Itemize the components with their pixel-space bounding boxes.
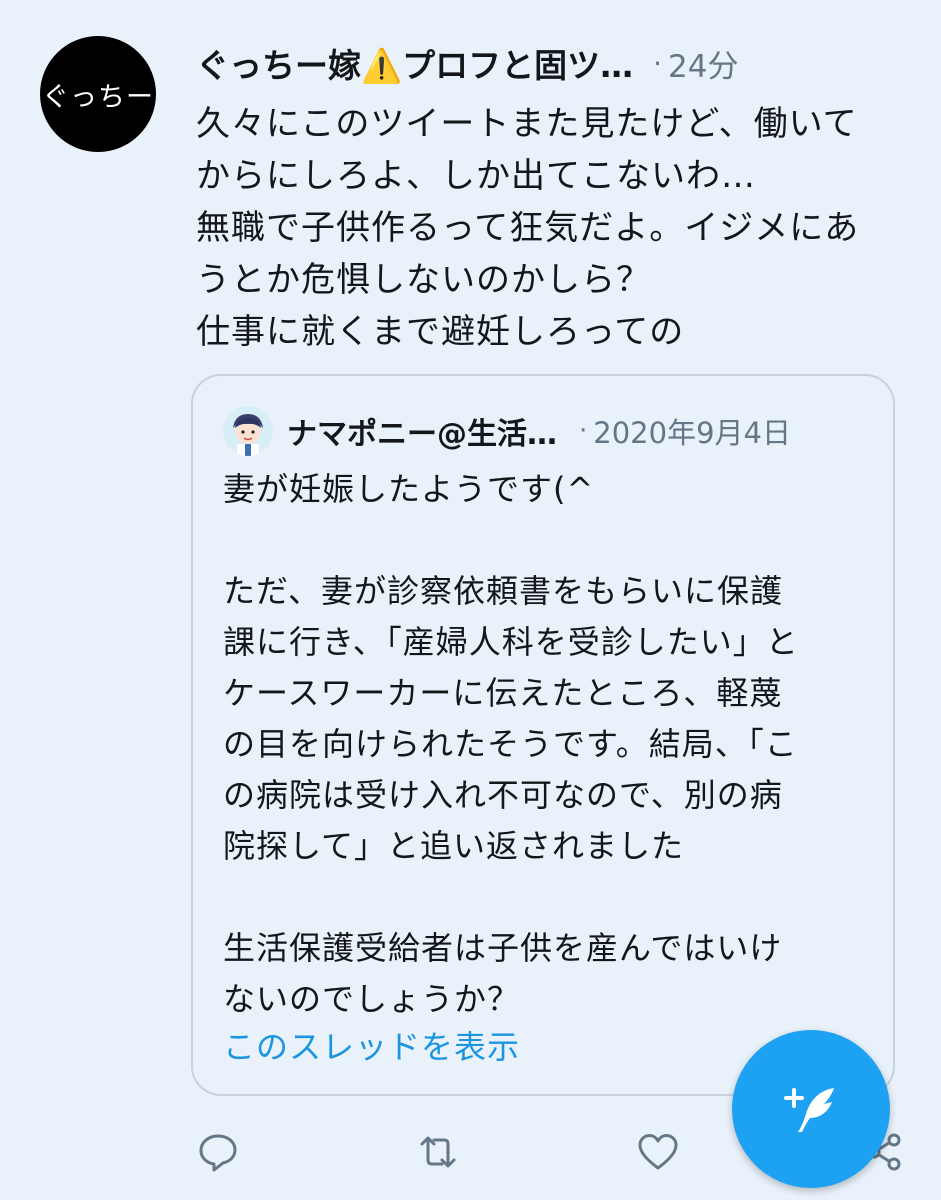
compose-tweet-button[interactable]	[732, 1030, 890, 1188]
quoted-tweet-date[interactable]: 2020年9月4日	[593, 410, 791, 452]
reply-icon[interactable]	[196, 1130, 244, 1178]
avatar[interactable]: ぐっちー	[40, 36, 156, 152]
retweet-icon[interactable]	[414, 1130, 462, 1178]
tweet-header: ぐっちー嫁⚠️プロフと固ツ… · 24分	[196, 40, 916, 86]
tweet-card[interactable]: ぐっちー ぐっちー嫁⚠️プロフと固ツ… · 24分 久々にこのツイートまた見たけ…	[0, 0, 941, 1194]
tweet-text: 久々にこのツイートまた見たけど、働いて からにしろよ、しか出てこないわ… 無職で…	[196, 104, 860, 352]
quoted-display-name[interactable]: ナマポニー@生活…	[287, 409, 557, 453]
display-name[interactable]: ぐっちー嫁⚠️プロフと固ツ…	[196, 39, 633, 87]
quoted-tweet-header: ナマポニー@生活… · 2020年9月4日	[287, 408, 887, 454]
like-icon[interactable]	[636, 1130, 684, 1178]
quoted-tweet[interactable]: ナマポニー@生活… · 2020年9月4日 妻が妊娠したようです(^ ただ、妻が…	[191, 374, 895, 1096]
quoted-avatar	[223, 406, 273, 456]
show-thread-link[interactable]: このスレッドを表示	[223, 1022, 520, 1068]
compose-tweet-icon	[784, 1088, 834, 1132]
quoted-tweet-text: 妻が妊娠したようです(^ ただ、妻が診察依頼書をもらいに保護 課に行き、「産婦人…	[223, 470, 799, 1018]
tweet-timestamp[interactable]: 24分	[668, 41, 738, 86]
header-separator: ·	[653, 46, 662, 80]
quoted-header-separator: ·	[579, 416, 588, 446]
